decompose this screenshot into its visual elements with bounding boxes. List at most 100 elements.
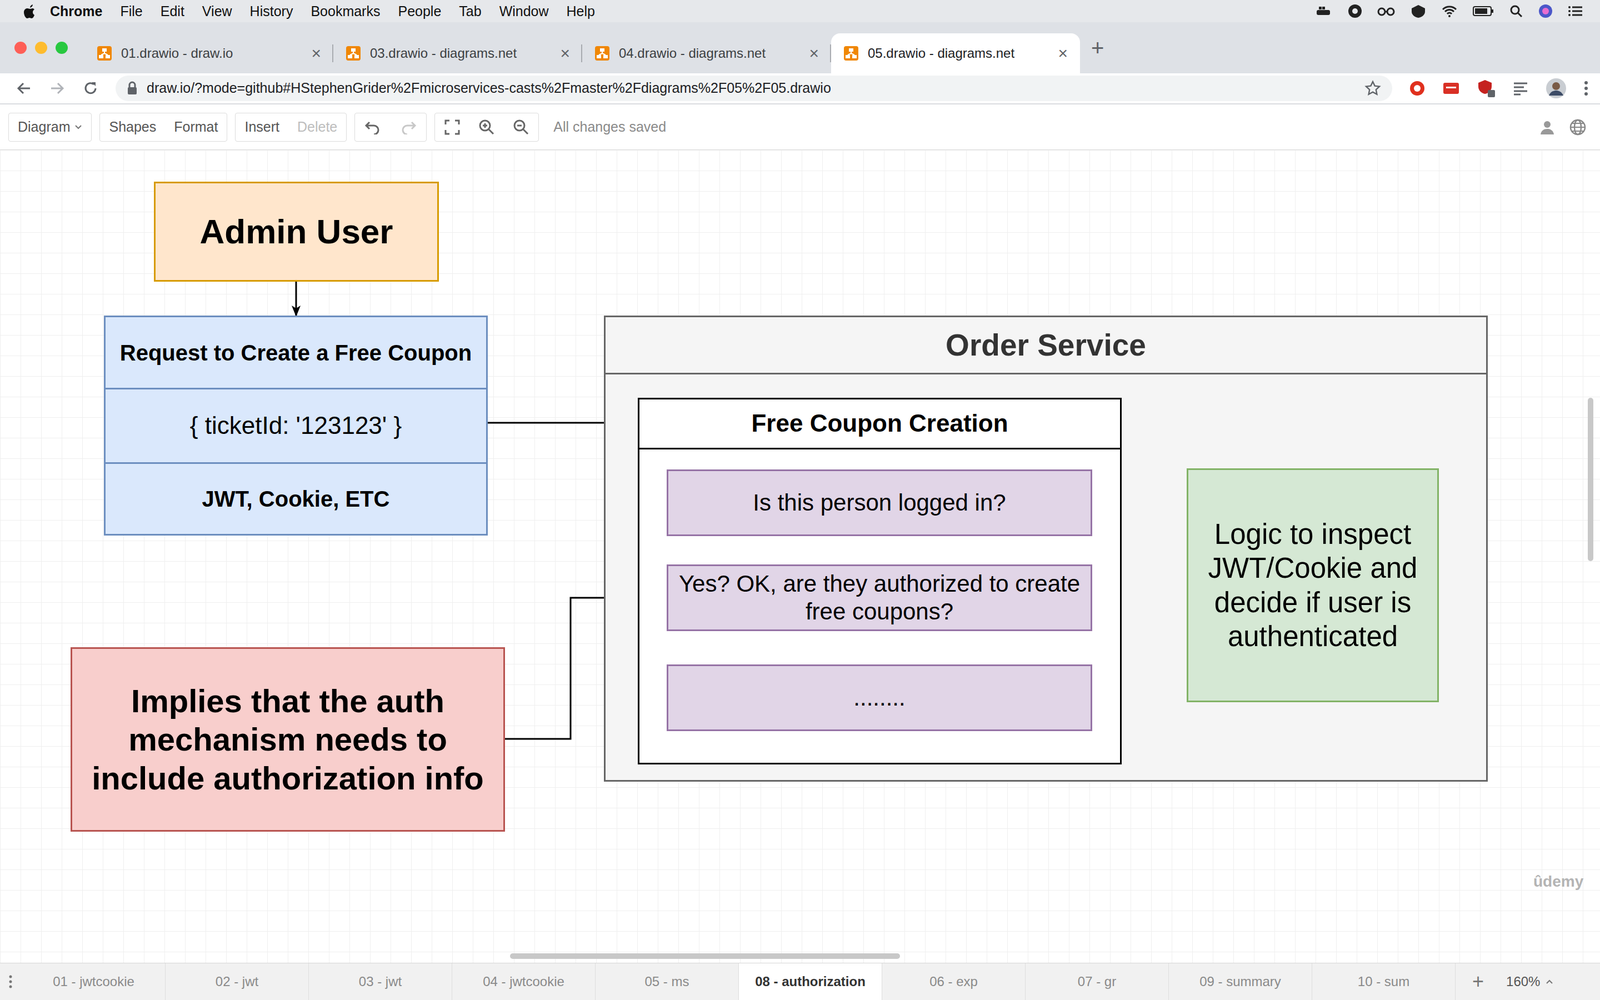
notification-list-icon[interactable]	[1567, 5, 1584, 18]
profile-avatar-icon[interactable]	[1545, 77, 1567, 99]
bookmark-star-icon[interactable]	[1364, 80, 1382, 97]
page-tab-label[interactable]: 02 - jwt	[215, 971, 259, 992]
minimize-window-button[interactable]	[35, 41, 48, 54]
tab-close-button[interactable]: ×	[311, 45, 322, 62]
page-tab[interactable]: 03 - jwt	[308, 963, 453, 1000]
toolbar-button[interactable]: Insert	[241, 116, 283, 138]
coupon-step-node[interactable]: ........	[666, 664, 1093, 732]
zoom-out-icon[interactable]	[509, 118, 533, 136]
apple-icon[interactable]	[23, 3, 37, 19]
siri-icon[interactable]	[1537, 3, 1554, 19]
coupon-step-node[interactable]: Yes? OK, are they authorized to create f…	[666, 564, 1093, 632]
menu-item[interactable]: View	[193, 2, 242, 20]
vertical-scrollbar[interactable]	[1587, 397, 1594, 562]
zoom-caret-icon[interactable]	[1545, 978, 1554, 985]
browser-tab[interactable]: 03.drawio - diagrams.net ×	[333, 33, 583, 74]
free-coupon-creation-title[interactable]: Free Coupon Creation	[639, 399, 1120, 450]
undo-button[interactable]	[360, 120, 385, 135]
page-tab-label[interactable]: 04 - jwtcookie	[482, 971, 565, 992]
toolbar-label[interactable]: Shapes	[108, 116, 157, 138]
url-text[interactable]: draw.io/?mode=github#HStephenGrider%2Fmi…	[146, 77, 1356, 99]
page-tab-label[interactable]: 01 - jwtcookie	[52, 971, 135, 992]
request-body[interactable]: { ticketId: '123123' }	[105, 387, 487, 463]
back-arrow-icon[interactable]	[15, 80, 33, 97]
browser-tab[interactable]: 04.drawio - diagrams.net ×	[582, 33, 832, 74]
zoom-level[interactable]: 160%	[1506, 971, 1540, 992]
page-tab-label[interactable]: 10 - sum	[1357, 971, 1410, 992]
admin-to-request-edge[interactable]	[295, 281, 298, 316]
search-icon[interactable]	[1508, 3, 1524, 19]
admin-user-node[interactable]: Admin User	[153, 181, 439, 282]
tab-close-button[interactable]: ×	[808, 45, 819, 62]
tab-title[interactable]: 05.drawio - diagrams.net	[867, 43, 1049, 64]
reload-icon[interactable]	[82, 80, 99, 97]
request-auth[interactable]: JWT, Cookie, ETC	[105, 462, 487, 534]
authorization-implication-note[interactable]: Implies that the auth mechanism needs to…	[70, 647, 505, 832]
language-globe-icon[interactable]	[1568, 118, 1587, 137]
tab-title[interactable]: 03.drawio - diagrams.net	[370, 43, 552, 64]
zoom-control[interactable]: 160%	[1500, 971, 1554, 992]
menu-item[interactable]: Bookmarks	[301, 2, 389, 20]
chrome-menu-icon[interactable]	[1583, 80, 1589, 97]
page-tab-label[interactable]: 03 - jwt	[358, 971, 402, 992]
page-tab-label[interactable]: 06 - exp	[929, 971, 978, 992]
page-tab-label[interactable]: 09 - summary	[1199, 971, 1282, 992]
dropdown-caret-icon[interactable]	[74, 124, 83, 130]
page-tab[interactable]: 01 - jwtcookie	[22, 963, 166, 1000]
pages-menu-icon[interactable]	[7, 973, 14, 990]
auth-logic-note[interactable]: Logic to inspect JWT/Cookie and decide i…	[1186, 468, 1439, 703]
creative-cloud-icon[interactable]	[1347, 3, 1363, 19]
menu-item[interactable]: Edit	[151, 2, 194, 20]
page-tab[interactable]: 06 - exp	[882, 963, 1026, 1000]
menu-item[interactable]: File	[111, 2, 152, 20]
page-tab[interactable]: 05 - ms	[595, 963, 739, 1000]
tab-title[interactable]: 04.drawio - diagrams.net	[618, 43, 800, 64]
zoom-window-button[interactable]	[55, 41, 68, 54]
toolbar-button[interactable]: Format	[170, 116, 222, 138]
order-service-title[interactable]: Order Service	[605, 317, 1487, 375]
menu-item[interactable]: People	[388, 2, 450, 20]
tab-title[interactable]: 01.drawio - draw.io	[121, 43, 303, 64]
page-tab-label[interactable]: 05 - ms	[644, 971, 689, 992]
opera-extension-icon[interactable]	[1408, 80, 1426, 97]
extension-icon[interactable]	[1442, 81, 1460, 96]
shield-icon[interactable]	[1410, 3, 1427, 19]
browser-tab[interactable]: 05.drawio - diagrams.net×	[831, 33, 1080, 74]
tab-close-button[interactable]: ×	[560, 45, 570, 62]
request-node[interactable]: Request to Create a Free Coupon{ ticketI…	[103, 315, 488, 536]
app-menu[interactable]: Chrome	[36, 2, 112, 20]
horizontal-scrollbar[interactable]	[510, 953, 900, 959]
reader-extension-icon[interactable]	[1512, 81, 1529, 96]
user-icon[interactable]	[1538, 118, 1556, 136]
close-window-button[interactable]	[14, 41, 27, 54]
toolbar-button[interactable]: Shapes	[105, 116, 160, 138]
menu-item[interactable]: Help	[557, 2, 604, 20]
toolbar-dropdown[interactable]: Diagram	[14, 116, 86, 138]
page-tab[interactable]: 02 - jwt	[165, 963, 309, 1000]
diagram-canvas[interactable]: Admin User Request to Create a Free Coupo…	[0, 150, 1600, 963]
coupon-step-node[interactable]: Is this person logged in?	[666, 469, 1093, 537]
menu-item[interactable]: Tab	[450, 2, 490, 20]
page-tab[interactable]: 08 - authorization	[738, 963, 883, 1000]
wifi-icon[interactable]	[1441, 4, 1458, 18]
new-tab-button[interactable]: +	[1080, 36, 1115, 59]
menu-item[interactable]: History	[241, 2, 303, 20]
browser-tab[interactable]: 01.drawio - draw.io ×	[84, 33, 334, 74]
page-tab[interactable]: 10 - sum	[1312, 963, 1456, 1000]
toolbar-label[interactable]: Diagram	[17, 116, 70, 138]
forward-arrow-icon[interactable]	[48, 80, 66, 97]
request-title[interactable]: Request to Create a Free Coupon	[105, 317, 487, 388]
fit-window-icon[interactable]	[440, 118, 464, 136]
page-tab[interactable]: 07 - gr	[1025, 963, 1169, 1000]
menu-item[interactable]: Window	[490, 2, 558, 20]
glasses-icon[interactable]	[1376, 5, 1396, 18]
shield-extension-icon[interactable]	[1476, 78, 1496, 98]
add-page-button[interactable]: +	[1455, 971, 1501, 992]
zoom-in-icon[interactable]	[475, 118, 499, 136]
lock-icon[interactable]	[126, 81, 138, 96]
undo-icon[interactable]	[363, 120, 382, 135]
url-field[interactable]: draw.io/?mode=github#HStephenGrider%2Fmi…	[115, 75, 1393, 102]
page-tab[interactable]: 04 - jwtcookie	[452, 963, 596, 1000]
toolbar-label[interactable]: Format	[173, 116, 218, 138]
page-tab-label[interactable]: 08 - authorization	[755, 971, 866, 992]
